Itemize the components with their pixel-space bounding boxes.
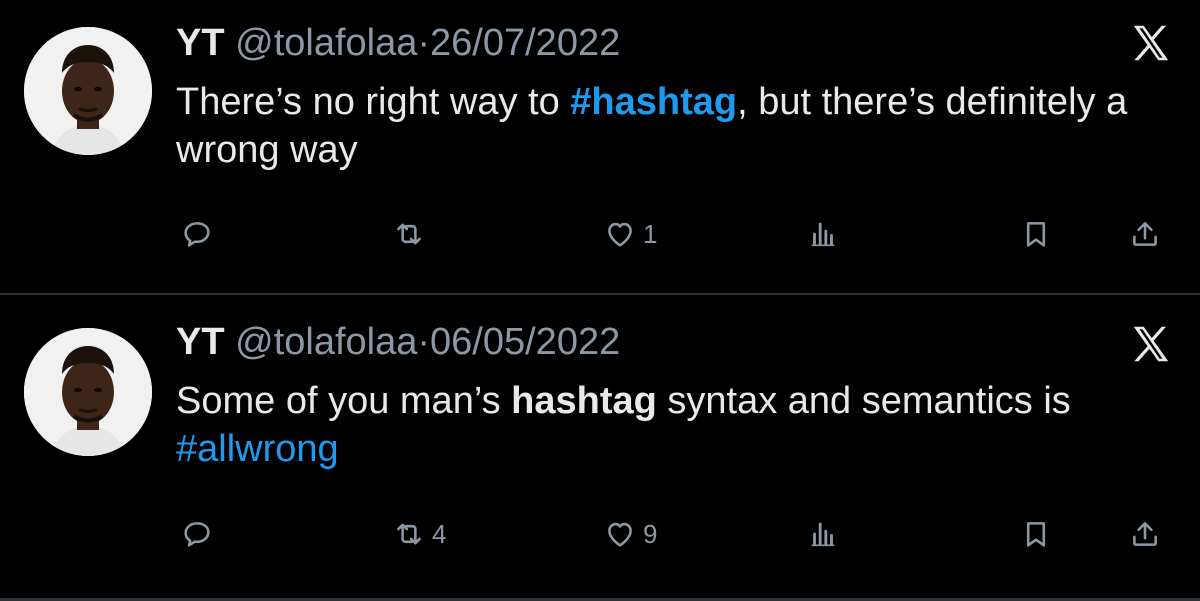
bookmark-button[interactable] — [1019, 514, 1053, 554]
timestamp[interactable]: 06/05/2022 — [430, 321, 620, 363]
reply-icon — [180, 517, 214, 551]
x-logo-icon — [1128, 321, 1174, 367]
handle[interactable]: @tolafolaa — [235, 22, 417, 64]
profile-photo-icon — [24, 328, 152, 456]
like-icon — [603, 217, 637, 251]
views-icon — [806, 217, 840, 251]
share-button[interactable] — [1128, 214, 1162, 254]
hashtag-link[interactable]: #hashtag — [570, 81, 737, 123]
hashtag-link[interactable]: #allwrong — [176, 428, 339, 470]
like-button[interactable]: 9 — [603, 514, 657, 554]
reply-button[interactable] — [180, 214, 220, 254]
retweet-button[interactable]: 4 — [392, 514, 446, 554]
like-icon — [603, 517, 637, 551]
tweet-text: There’s no right way to #hashtag, but th… — [176, 78, 1176, 174]
views-button[interactable] — [806, 214, 846, 254]
reply-icon — [180, 217, 214, 251]
display-name[interactable]: YT — [176, 321, 225, 363]
tweet-text-part: Some of you man’s — [176, 380, 512, 422]
bookmark-button[interactable] — [1019, 214, 1053, 254]
retweet-button[interactable] — [392, 214, 432, 254]
tweet-text-part: There’s no right way to — [176, 81, 571, 123]
bookmark-icon — [1019, 517, 1053, 551]
avatar[interactable] — [24, 27, 152, 155]
bookmark-icon — [1019, 217, 1053, 251]
retweet-icon — [392, 217, 426, 251]
like-count: 1 — [643, 218, 658, 249]
tweet-header: YT @tolafolaa·06/05/2022 — [176, 319, 620, 365]
tweet-text: Some of you man’s hashtag syntax and sem… — [176, 377, 1176, 473]
x-logo-icon — [1128, 20, 1174, 66]
views-icon — [806, 517, 840, 551]
avatar[interactable] — [24, 328, 152, 456]
share-button[interactable] — [1128, 514, 1162, 554]
timestamp[interactable]: 26/07/2022 — [430, 22, 620, 64]
handle[interactable]: @tolafolaa — [235, 321, 417, 363]
tweet[interactable]: YT @tolafolaa·26/07/2022 There’s no righ… — [0, 0, 1200, 293]
profile-photo-icon — [24, 27, 152, 155]
bold-text: hashtag — [511, 380, 657, 422]
tweet[interactable]: YT @tolafolaa·06/05/2022 Some of you man… — [0, 295, 1200, 598]
views-button[interactable] — [806, 514, 846, 554]
tweet-text-part: syntax and semantics is — [656, 380, 1071, 422]
tweet-actions: 1 — [0, 214, 1200, 254]
separator: · — [417, 22, 431, 64]
tweet-actions: 4 9 — [0, 514, 1200, 554]
like-button[interactable]: 1 — [603, 214, 657, 254]
display-name[interactable]: YT — [176, 22, 225, 64]
tweet-header: YT @tolafolaa·26/07/2022 — [176, 20, 620, 66]
retweet-icon — [392, 517, 426, 551]
share-icon — [1128, 517, 1162, 551]
separator: · — [417, 321, 431, 363]
retweet-count: 4 — [432, 518, 447, 549]
reply-button[interactable] — [180, 514, 220, 554]
like-count: 9 — [643, 518, 658, 549]
share-icon — [1128, 217, 1162, 251]
